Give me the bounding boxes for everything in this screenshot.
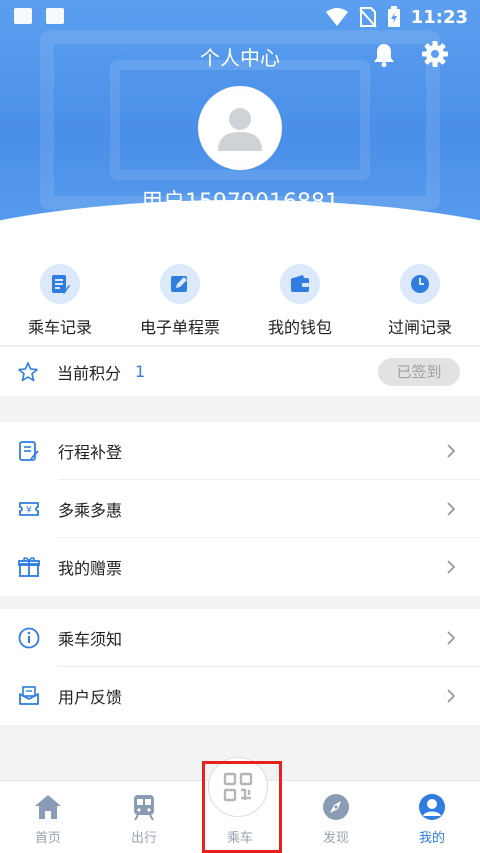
quick-action-label: 过闸记录 [387, 318, 452, 337]
points-label: 当前积分 [57, 363, 122, 383]
home-icon [35, 795, 61, 819]
wallet-icon [291, 275, 309, 292]
ride-tab-highlight [202, 761, 282, 853]
nav-label: 首页 [34, 831, 61, 846]
trip-supplement-icon [19, 441, 39, 461]
quick-actions: 乘车记录 电子单程票 我的钱包 过闸记录 [0, 245, 480, 345]
star-icon [18, 361, 38, 381]
signed-in-button[interactable]: 已签到 [378, 358, 460, 386]
gallery-notification-icon [14, 8, 32, 24]
single-ticket-icon [171, 276, 187, 292]
quick-action-ride-record[interactable]: 乘车记录 [0, 245, 120, 345]
default-avatar-icon [218, 108, 262, 151]
quick-action-label: 我的钱包 [267, 318, 332, 337]
avatar[interactable] [198, 86, 282, 170]
menu-item-label: 乘车须知 [58, 630, 123, 649]
menu-item-ride-discount[interactable]: ¥ 多乘多惠 [0, 480, 480, 538]
menu-item-label: 行程补登 [58, 443, 123, 462]
menu-item-trip-supplement[interactable]: 行程补登 [0, 422, 480, 480]
wallet-icon-circle [280, 264, 320, 304]
wifi-icon [325, 8, 348, 26]
battery-charging-icon [387, 6, 400, 27]
gear-icon [422, 41, 448, 67]
chevron-right-icon [447, 502, 456, 516]
menu-group-services: 行程补登 ¥ 多乘多惠 我的赠票 [0, 422, 480, 596]
profile-icon [419, 794, 445, 820]
menu-group-help: 乘车须知 用户反馈 [0, 609, 480, 725]
bell-icon [374, 44, 394, 67]
quick-action-label: 电子单程票 [139, 318, 220, 337]
no-sim-icon [358, 7, 377, 28]
clock-icon-circle [400, 264, 440, 304]
notification-bell-button[interactable] [373, 42, 395, 72]
nav-label: 发现 [322, 831, 349, 846]
quick-action-label: 乘车记录 [27, 318, 92, 337]
quick-action-gate-record[interactable]: 过闸记录 [360, 245, 480, 345]
ticket-discount-icon: ¥ [19, 502, 39, 516]
clock: 11:23 [410, 6, 468, 28]
nav-label: 我的 [418, 831, 445, 846]
menu-item-label: 用户反馈 [58, 688, 123, 707]
menu-item-user-feedback[interactable]: 用户反馈 [0, 667, 480, 725]
menu-item-ride-notice[interactable]: 乘车须知 [0, 609, 480, 667]
info-icon [18, 627, 40, 649]
menu-item-my-gift-tickets[interactable]: 我的赠票 [0, 538, 480, 596]
menu-item-label: 我的赠票 [58, 559, 123, 578]
chevron-right-icon [447, 560, 456, 574]
ride-record-icon-circle [40, 264, 80, 304]
points-row: 当前积分 1 已签到 [0, 346, 480, 396]
app-notification-icon [46, 8, 64, 24]
nav-tab-discover[interactable]: 发现 [288, 781, 384, 853]
nav-tab-mine[interactable]: 我的 [384, 781, 480, 853]
settings-button[interactable] [421, 40, 449, 72]
quick-action-single-ticket[interactable]: 电子单程票 [120, 245, 240, 345]
gift-icon [18, 557, 40, 577]
compass-icon [323, 794, 349, 820]
svg-text:¥: ¥ [26, 506, 32, 516]
feedback-icon [19, 686, 39, 705]
nav-tab-travel[interactable]: 出行 [96, 781, 192, 853]
status-bar: 11:23 [0, 0, 480, 34]
chevron-right-icon [447, 444, 456, 458]
train-icon [134, 795, 154, 821]
nav-tab-home[interactable]: 首页 [0, 781, 96, 853]
ride-record-icon [52, 275, 70, 294]
chevron-right-icon [447, 631, 456, 645]
points-value: 1 [135, 362, 146, 381]
menu-item-label: 多乘多惠 [58, 501, 123, 520]
username: 用户15979016881 [141, 190, 339, 215]
clock-icon [411, 275, 429, 293]
chevron-right-icon [447, 689, 456, 703]
page-title: 个人中心 [200, 46, 280, 70]
nav-label: 出行 [130, 831, 157, 846]
single-ticket-icon-circle [160, 264, 200, 304]
quick-action-wallet[interactable]: 我的钱包 [240, 245, 360, 345]
